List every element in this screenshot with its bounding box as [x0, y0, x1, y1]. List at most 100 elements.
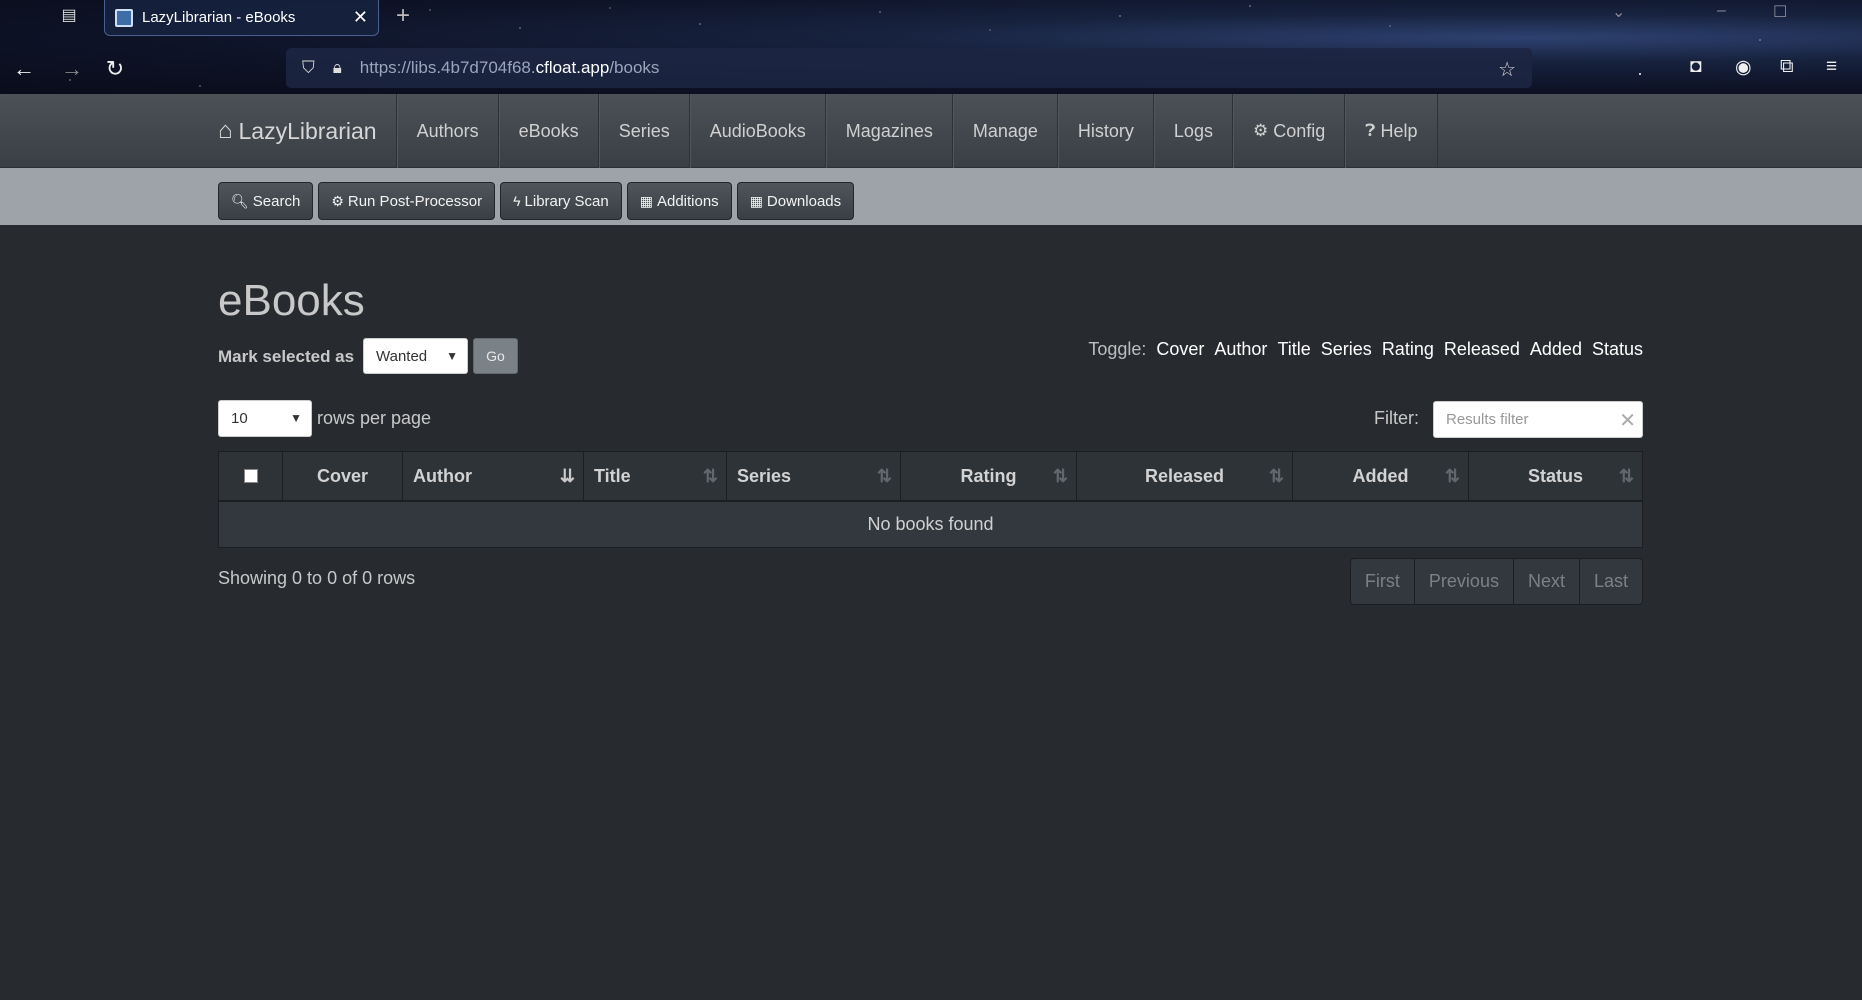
pocket-icon[interactable]: ◘: [1690, 56, 1701, 78]
nav-help[interactable]: ❓︎ Help: [1345, 94, 1438, 168]
chevron-down-icon: ▼: [446, 349, 458, 363]
results-filter-input[interactable]: Results filter ✕: [1433, 401, 1643, 438]
toggle-added[interactable]: Added: [1530, 339, 1582, 360]
library-scan-button[interactable]: ϟ Library Scan: [500, 182, 622, 220]
nav-authors[interactable]: Authors: [396, 94, 499, 168]
col-cover[interactable]: Cover: [283, 452, 403, 500]
nav-magazines[interactable]: Magazines: [825, 94, 953, 168]
shield-icon[interactable]: ⛉: [302, 58, 315, 78]
mark-selected-label: Mark selected as: [218, 347, 355, 366]
nav-help-label: Help: [1380, 120, 1418, 141]
first-page-button[interactable]: First: [1350, 559, 1415, 604]
nav-magazines-label: Magazines: [845, 120, 933, 141]
bookmark-star-icon[interactable]: ☆: [1498, 57, 1516, 82]
browser-chrome: ▤ LazyLibrarian - eBooks ✕ + ⌄ – ☐ ← → ↻…: [0, 0, 1862, 94]
minimize-icon[interactable]: –: [1717, 2, 1726, 20]
toggle-label: Toggle:: [1088, 339, 1147, 359]
rows-per-page-value: 10: [231, 410, 248, 427]
additions-button[interactable]: ▦ Additions: [626, 182, 732, 220]
col-status[interactable]: Status ⇅: [1469, 452, 1642, 500]
showing-rows-text: Showing 0 to 0 of 0 rows: [218, 568, 416, 588]
pagination: First Previous Next Last: [1349, 558, 1643, 605]
col-series-label: Series: [737, 465, 792, 486]
nav-audiobooks[interactable]: AudioBooks: [689, 94, 826, 168]
next-page-button[interactable]: Next: [1513, 559, 1580, 604]
nav-logs-label: Logs: [1173, 120, 1213, 141]
mark-status-select[interactable]: Wanted ▼: [363, 338, 468, 374]
favicon-icon: [115, 8, 133, 27]
col-released[interactable]: Released ⇅: [1077, 452, 1293, 500]
col-title[interactable]: Title ⇅: [584, 452, 727, 500]
col-author[interactable]: Author ⇊: [403, 452, 584, 500]
sort-icon: ⇅: [1444, 466, 1460, 486]
toggle-cover[interactable]: Cover: [1156, 339, 1204, 360]
back-icon[interactable]: ←: [10, 55, 38, 83]
rows-per-page-label: rows per page: [317, 408, 432, 428]
select-all-checkbox[interactable]: [243, 469, 258, 483]
library-scan-label: Library Scan: [524, 192, 609, 210]
last-page-button[interactable]: Last: [1579, 559, 1642, 604]
toggle-series[interactable]: Series: [1321, 339, 1372, 360]
action-toolbar: 🔍︎ Search ⚙ Run Post-Processor ϟ Library Sc…: [0, 168, 1862, 225]
additions-label: Additions: [656, 192, 719, 210]
toggle-author[interactable]: Author: [1214, 339, 1267, 360]
previous-page-button[interactable]: Previous: [1414, 559, 1514, 604]
menu-icon[interactable]: ≡: [1826, 56, 1837, 78]
col-added[interactable]: Added ⇅: [1293, 452, 1469, 500]
close-tab-icon[interactable]: ✕: [353, 7, 368, 28]
col-rating[interactable]: Rating ⇅: [901, 452, 1077, 500]
url-text[interactable]: https://libs.4b7d704f68.cfloat.app/books: [360, 58, 660, 78]
brand-link[interactable]: ⌂ LazyLibrarian: [218, 94, 397, 168]
reload-icon[interactable]: ↻: [101, 55, 129, 83]
col-added-label: Added: [1352, 465, 1409, 486]
new-tab-icon[interactable]: +: [396, 2, 410, 30]
brand-label: LazyLibrarian: [238, 117, 377, 144]
nav-series[interactable]: Series: [598, 94, 690, 168]
nav-manage[interactable]: Manage: [952, 94, 1058, 168]
nav-ebooks[interactable]: eBooks: [498, 94, 599, 168]
nav-authors-label: Authors: [416, 120, 479, 141]
nav-logs[interactable]: Logs: [1153, 94, 1233, 168]
col-series[interactable]: Series ⇅: [727, 452, 901, 500]
column-toggle-bar: Toggle: Cover Author Title Series Rating…: [1088, 339, 1643, 360]
account-icon[interactable]: ◉: [1735, 56, 1752, 79]
browser-tab-active[interactable]: LazyLibrarian - eBooks ✕: [104, 0, 379, 36]
col-status-label: Status: [1527, 465, 1583, 486]
select-all-header: [219, 452, 283, 500]
tab-list-icon[interactable]: ▤: [56, 5, 82, 25]
nav-history[interactable]: History: [1057, 94, 1154, 168]
sort-icon: ⇅: [876, 466, 892, 486]
clear-filter-icon[interactable]: ✕: [1619, 408, 1636, 433]
url-bar[interactable]: ⛉ 🔒︎ https://libs.4b7d704f68.cfloat.app/…: [286, 48, 1532, 88]
books-table: Cover Author ⇊ Title ⇅ Series ⇅ Rating ⇅ Rel…: [218, 451, 1643, 548]
toggle-title[interactable]: Title: [1277, 339, 1310, 360]
forward-icon[interactable]: →: [58, 55, 86, 83]
nav-manage-label: Manage: [972, 120, 1038, 141]
col-released-label: Released: [1144, 465, 1225, 486]
tab-overflow-icon[interactable]: ⌄: [1612, 2, 1625, 22]
nav-audiobooks-label: AudioBooks: [709, 120, 806, 141]
search-button-label: Search: [252, 192, 301, 210]
nav-history-label: History: [1077, 120, 1134, 141]
lock-icon[interactable]: 🔒︎: [333, 58, 342, 78]
sort-icon: ⇅: [702, 466, 718, 486]
bolt-icon: ϟ: [513, 193, 521, 209]
run-postprocessor-button[interactable]: ⚙ Run Post-Processor: [318, 182, 496, 220]
toggle-released[interactable]: Released: [1444, 339, 1520, 360]
toggle-rating[interactable]: Rating: [1382, 339, 1434, 360]
table-header: Cover Author ⇊ Title ⇅ Series ⇅ Rating ⇅ Rel…: [219, 452, 1642, 502]
rows-per-page-select[interactable]: 10 ▼: [218, 400, 312, 437]
go-button[interactable]: Go: [473, 338, 518, 374]
filter-label: Filter:: [1374, 408, 1419, 428]
maximize-icon[interactable]: ☐: [1773, 2, 1787, 22]
toggle-status[interactable]: Status: [1592, 339, 1643, 360]
extensions-icon[interactable]: ⧉: [1780, 56, 1794, 78]
nav-ebooks-label: eBooks: [518, 120, 579, 141]
calendar-icon: ▦: [749, 192, 763, 209]
col-rating-label: Rating: [960, 465, 1017, 486]
nav-config[interactable]: ⚙ Config: [1232, 94, 1346, 168]
downloads-button[interactable]: ▦ Downloads: [736, 182, 855, 220]
search-button[interactable]: 🔍︎ Search: [218, 182, 314, 220]
sort-icon: ⇅: [1052, 466, 1068, 486]
sort-icon: ⇅: [1268, 466, 1284, 486]
